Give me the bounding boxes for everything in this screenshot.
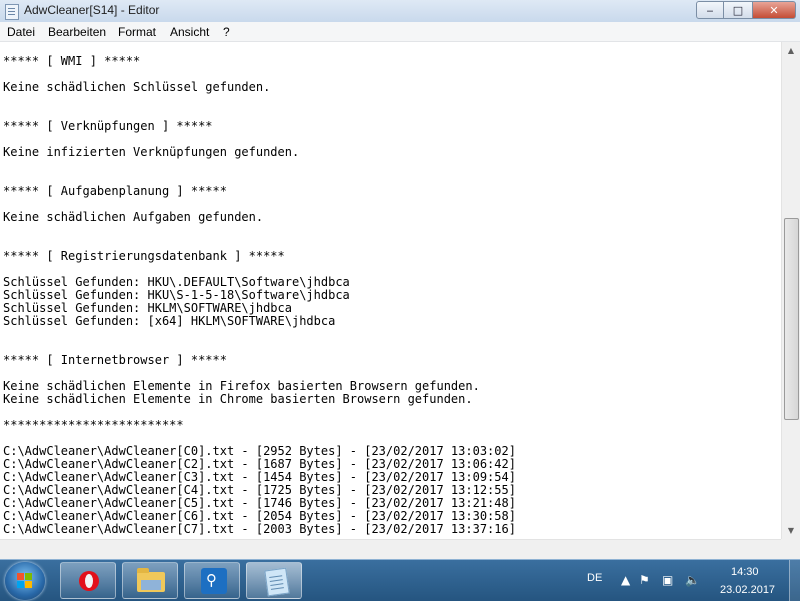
close-button[interactable]: ✕ xyxy=(752,1,796,19)
show-desktop-button[interactable] xyxy=(789,560,800,601)
start-button[interactable] xyxy=(5,562,45,600)
arrow-up-icon: ▲ xyxy=(787,46,795,55)
taskbar-notepad[interactable] xyxy=(246,562,302,599)
menu-datei[interactable]: Datei xyxy=(7,25,35,39)
menu-bearbeiten[interactable]: Bearbeiten xyxy=(48,25,106,39)
menu-help[interactable]: ? xyxy=(223,25,230,39)
search-icon: ⚲ xyxy=(201,568,227,594)
size-grip[interactable] xyxy=(781,539,800,559)
windows-logo-icon xyxy=(17,573,33,589)
taskbar-opera[interactable] xyxy=(60,562,116,599)
taskbar-explorer[interactable] xyxy=(122,562,178,599)
menu-ansicht[interactable]: Ansicht xyxy=(170,25,209,39)
text-editor-area[interactable]: ***** [ WMI ] ***** Keine schädlichen Sc… xyxy=(0,42,781,539)
notepad-window: AdwCleaner[S14] - Editor ‒ □ ✕ Datei Bea… xyxy=(0,0,800,560)
taskbar: ⚲ DE ▲ ⚑ ▣ 🔈 14:30 23.02.2017 xyxy=(0,559,800,601)
maximize-button[interactable]: □ xyxy=(724,1,752,19)
notepad-icon[interactable] xyxy=(5,4,19,20)
volume-icon[interactable]: 🔈 xyxy=(685,573,700,587)
network-icon[interactable]: ▣ xyxy=(662,573,673,587)
folder-icon xyxy=(137,568,165,592)
scroll-down-button[interactable]: ▼ xyxy=(782,522,800,539)
menu-bar: Datei Bearbeiten Format Ansicht ? xyxy=(0,22,800,42)
vertical-scroll-thumb[interactable] xyxy=(784,218,799,420)
opera-icon xyxy=(79,571,99,591)
clock-date[interactable]: 23.02.2017 xyxy=(720,584,775,596)
notepad-icon xyxy=(264,567,290,597)
minimize-icon: ‒ xyxy=(706,3,714,17)
window-title: AdwCleaner[S14] - Editor xyxy=(24,3,160,17)
arrow-down-icon: ▼ xyxy=(787,526,795,535)
taskbar-search-app[interactable]: ⚲ xyxy=(184,562,240,599)
minimize-button[interactable]: ‒ xyxy=(696,1,724,19)
menu-format[interactable]: Format xyxy=(118,25,156,39)
horizontal-scrollbar[interactable] xyxy=(0,539,781,560)
flag-icon[interactable]: ⚑ xyxy=(639,573,650,587)
vertical-scrollbar[interactable]: ▲ ▼ xyxy=(781,42,800,539)
language-indicator[interactable]: DE xyxy=(587,572,602,584)
scroll-up-button[interactable]: ▲ xyxy=(782,42,800,59)
clock-time[interactable]: 14:30 xyxy=(731,566,759,578)
close-icon: ✕ xyxy=(769,3,779,17)
maximize-icon: □ xyxy=(732,3,744,17)
editor-text: ***** [ WMI ] ***** Keine schädlichen Sc… xyxy=(3,54,516,536)
title-bar[interactable]: AdwCleaner[S14] - Editor ‒ □ ✕ xyxy=(0,0,800,23)
up-arrow-icon[interactable]: ▲ xyxy=(621,573,630,587)
caption-buttons: ‒ □ ✕ xyxy=(696,1,796,19)
